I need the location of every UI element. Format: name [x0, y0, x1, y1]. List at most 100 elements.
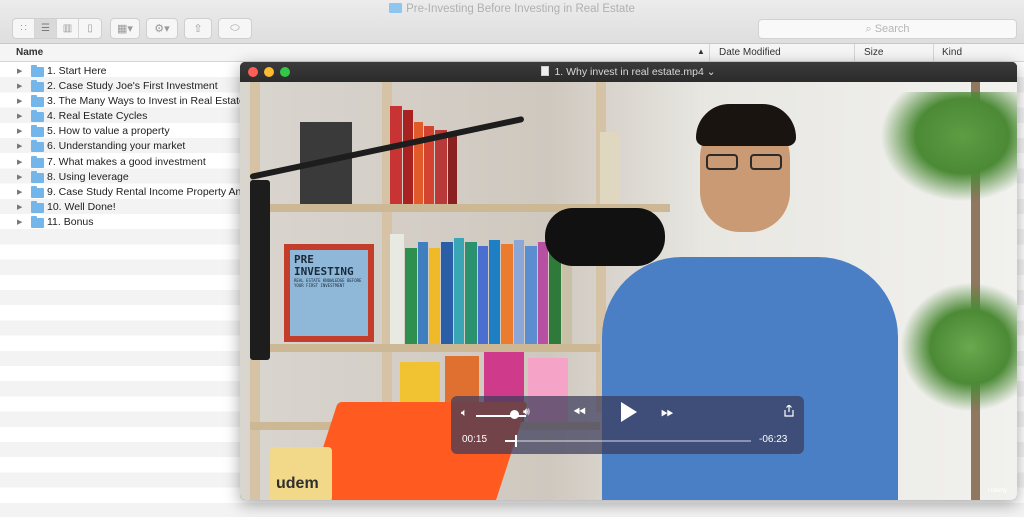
- share-icon[interactable]: [784, 405, 794, 417]
- disclosure-triangle-icon[interactable]: ▶: [17, 215, 22, 230]
- poster-title: PRE INVESTING: [294, 253, 354, 278]
- book: [390, 234, 404, 344]
- disclosure-triangle-icon[interactable]: ▶: [17, 170, 22, 185]
- share-icon: ⇧: [193, 23, 203, 35]
- minimize-window-button[interactable]: [264, 67, 274, 77]
- column-view-button[interactable]: ▥: [57, 19, 79, 38]
- progress-playhead[interactable]: [514, 435, 517, 447]
- list-item[interactable]: ▶ 6. Understanding your market: [0, 139, 240, 154]
- disclosure-triangle-icon[interactable]: ▶: [17, 64, 22, 79]
- book: [435, 130, 447, 204]
- gear-icon: ⚙▾: [154, 23, 170, 35]
- play-button[interactable]: [621, 402, 637, 422]
- column-kind-header[interactable]: Kind: [942, 47, 962, 58]
- microphone: [545, 208, 665, 266]
- player-title-bar[interactable]: 1. Why invest in real estate.mp4 ⌄: [240, 62, 1017, 82]
- book: [414, 122, 423, 204]
- tags-button[interactable]: ⬭: [218, 18, 252, 39]
- disclosure-triangle-icon[interactable]: ▶: [17, 139, 22, 154]
- column-name-header[interactable]: Name: [16, 47, 43, 58]
- column-size-header[interactable]: Size: [864, 47, 883, 58]
- book: [600, 132, 620, 204]
- list-item[interactable]: ▶ 7. What makes a good investment: [0, 155, 240, 170]
- sort-chevron-icon: ▲: [697, 47, 705, 56]
- zoom-window-button[interactable]: [280, 67, 290, 77]
- presenter-glasses: [706, 154, 786, 170]
- volume-high-icon[interactable]: 🔊︎: [523, 406, 530, 419]
- list-item-label: 8. Using leverage: [47, 171, 129, 183]
- plant-leaves: [900, 282, 1017, 412]
- list-item-label: 4. Real Estate Cycles: [47, 110, 148, 122]
- disclosure-triangle-icon[interactable]: ▶: [17, 155, 22, 170]
- plant-leaves: [880, 92, 1017, 202]
- finder-toolbar: Pre-Investing Before Investing in Real E…: [0, 0, 1024, 44]
- list-item[interactable]: ▶ 2. Case Study Joe's First Investment: [0, 79, 240, 94]
- book: [441, 242, 453, 344]
- folder-icon: [389, 3, 403, 13]
- video-frame[interactable]: PRE INVESTING REAL ESTATE KNOWLEDGE BEFO…: [240, 82, 1017, 500]
- grid-icon: ▦▾: [117, 23, 133, 35]
- disclosure-triangle-icon[interactable]: ▶: [17, 124, 22, 139]
- list-item[interactable]: ▶ 3. The Many Ways to Invest in Real Esta…: [0, 94, 240, 109]
- book: [405, 248, 417, 344]
- remaining-time: -06:23: [759, 434, 788, 445]
- window-title-text: Pre-Investing Before Investing in Real E…: [406, 3, 635, 15]
- list-item-label: 5. How to value a property: [47, 125, 170, 137]
- arrange-button[interactable]: ▦▾: [110, 18, 140, 39]
- list-view-button[interactable]: ☰: [35, 19, 57, 38]
- list-item-label: 1. Start Here: [47, 65, 107, 77]
- book: [454, 238, 464, 344]
- list-item[interactable]: ▶ 4. Real Estate Cycles: [0, 109, 240, 124]
- mic-stand: [250, 180, 270, 360]
- list-item[interactable]: ▶ 10. Well Done!: [0, 200, 240, 215]
- action-button[interactable]: ⚙▾: [146, 18, 178, 39]
- poster-image: PRE INVESTING REAL ESTATE KNOWLEDGE BEFO…: [284, 244, 374, 342]
- book: [478, 246, 488, 344]
- folder-icon: [31, 171, 44, 183]
- list-item[interactable]: ▶ 1. Start Here: [0, 64, 240, 79]
- icon-view-button[interactable]: ∷: [13, 19, 35, 38]
- disclosure-triangle-icon[interactable]: ▶: [17, 79, 22, 94]
- list-item-label: 3. The Many Ways to Invest in Real Estat…: [47, 95, 240, 107]
- disclosure-triangle-icon[interactable]: ▶: [17, 200, 22, 215]
- list-item[interactable]: ▶ 8. Using leverage: [0, 170, 240, 185]
- presenter-hair: [696, 104, 796, 146]
- poster-subtitle: REAL ESTATE KNOWLEDGE BEFORE YOUR FIRST …: [294, 278, 362, 288]
- progress-bar[interactable]: [505, 435, 751, 447]
- book: [418, 242, 428, 344]
- udemy-watermark: Udemy: [987, 488, 1007, 494]
- list-item-label: 10. Well Done!: [47, 201, 116, 213]
- fast-forward-icon[interactable]: ⏩︎: [661, 404, 674, 422]
- folder-icon: [31, 186, 44, 198]
- disclosure-triangle-icon[interactable]: ▶: [17, 109, 22, 124]
- elapsed-time: 00:15: [462, 434, 488, 445]
- list-item[interactable]: ▶ 9. Case Study Rental Income Property An…: [0, 185, 240, 200]
- book: [390, 106, 402, 204]
- list-item-label: 11. Bonus: [47, 216, 94, 228]
- folder-icon: [31, 140, 44, 152]
- column-date-header[interactable]: Date Modified: [719, 47, 781, 58]
- folder-icon: [31, 216, 44, 228]
- rewind-icon[interactable]: ⏪︎: [573, 404, 586, 422]
- book: [501, 244, 513, 344]
- search-field[interactable]: ⌕ Search: [758, 19, 1017, 39]
- chevron-down-icon[interactable]: ⌄: [704, 66, 716, 78]
- list-item[interactable]: ▶ 11. Bonus: [0, 215, 240, 230]
- close-window-button[interactable]: [248, 67, 258, 77]
- disclosure-triangle-icon[interactable]: ▶: [17, 94, 22, 109]
- volume-slider-knob[interactable]: [510, 410, 519, 419]
- view-switcher: ∷ ☰ ▥ ▯: [12, 18, 102, 39]
- share-button[interactable]: ⇧: [184, 18, 212, 39]
- list-item-label: 2. Case Study Joe's First Investment: [47, 80, 218, 92]
- book: [525, 246, 537, 344]
- disclosure-triangle-icon[interactable]: ▶: [17, 185, 22, 200]
- book: [538, 242, 548, 344]
- book: [489, 240, 500, 344]
- list-item[interactable]: ▶ 5. How to value a property: [0, 124, 240, 139]
- volume-low-icon[interactable]: 🔈︎: [461, 407, 468, 420]
- gallery-view-button[interactable]: ▯: [79, 19, 101, 38]
- video-player-window: 1. Why invest in real estate.mp4 ⌄ PRE I…: [240, 62, 1017, 500]
- list-item-label: 6. Understanding your market: [47, 140, 186, 152]
- list-item-label: 7. What makes a good investment: [47, 156, 206, 168]
- book: [429, 248, 440, 344]
